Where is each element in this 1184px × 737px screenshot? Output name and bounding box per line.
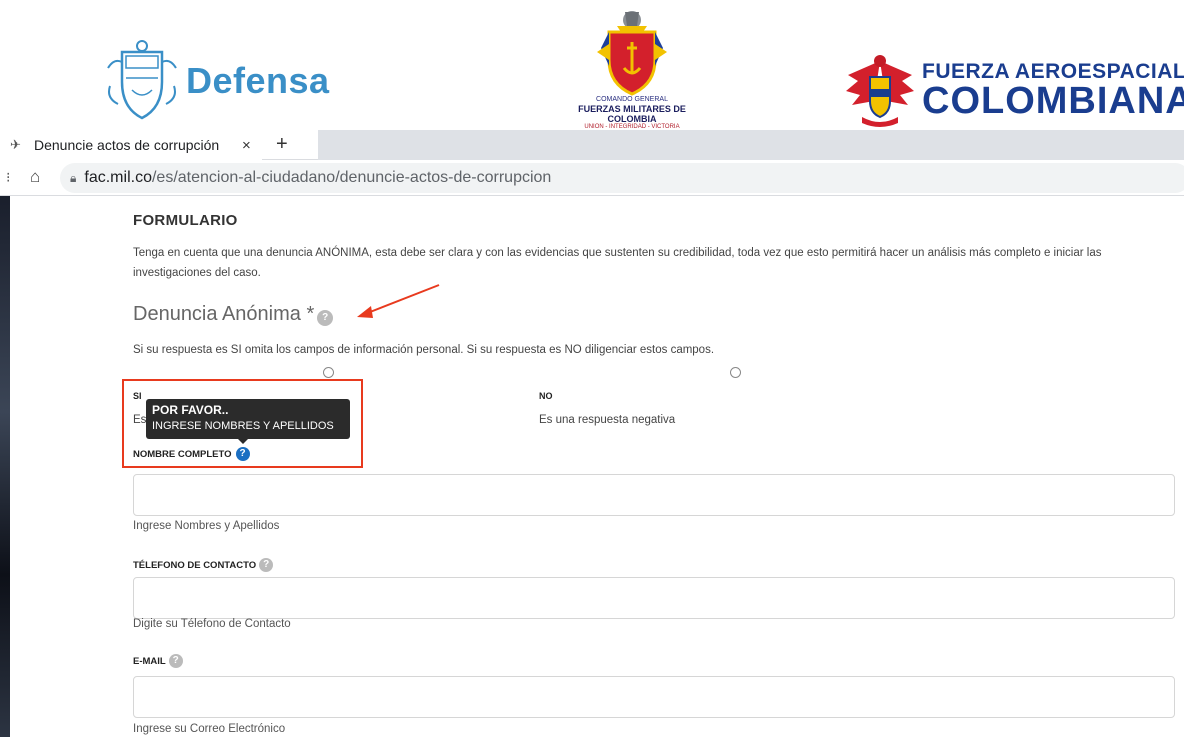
anon-note: Si su respuesta es SI omita los campos d… <box>133 344 715 356</box>
browser-toolbar: ⁝ ⌂ 🔒︎ fac.mil.co/es/atencion-al-ciudada… <box>0 160 1184 196</box>
cgfm-line1: COMANDO GENERAL <box>596 96 668 103</box>
logo-header: Defensa COMANDO GENERAL FUERZAS MILITARE… <box>0 0 1184 130</box>
site-favicon-icon: ✈ <box>10 137 21 152</box>
form-title: FORMULARIO <box>133 212 238 229</box>
email-input[interactable] <box>133 676 1175 718</box>
tab-strip-background <box>318 130 1184 160</box>
form-intro: Tenga en cuenta que una denuncia ANÓNIMA… <box>133 247 1102 279</box>
fac-line1: FUERZA AEROESPACIAL <box>922 59 1184 83</box>
option-no-label: NO <box>539 391 553 401</box>
nombre-input[interactable] <box>133 474 1175 516</box>
annotation-arrow-icon <box>357 284 440 318</box>
logo-fuerza-aeroespacial: FUERZA AEROESPACIAL COLOMBIANA <box>844 50 1184 130</box>
option-no-desc: Es una respuesta negativa <box>539 414 676 426</box>
left-decorative-strip <box>0 196 10 737</box>
email-help-icon[interactable]: ? <box>168 654 183 668</box>
browser-tab-strip: ✈ Denuncie actos de corrupción × + <box>0 130 1184 160</box>
logo-defensa: Defensa <box>104 36 330 126</box>
form-content: FORMULARIO Tenga en cuenta que una denun… <box>122 196 1178 737</box>
anon-help-icon[interactable]: ? <box>317 309 334 326</box>
nombre-hint: Ingrese Nombres y Apellidos <box>133 520 280 532</box>
menu-dots-icon[interactable]: ⁝ <box>6 169 10 186</box>
anon-heading: Denuncia Anónima * ? <box>133 303 334 326</box>
field-telefono-label-text: TÉLEFONO DE CONTACTO <box>133 559 257 571</box>
home-icon[interactable]: ⌂ <box>30 167 40 187</box>
field-nombre-label-text: NOMBRE COMPLETO <box>133 448 232 460</box>
colombia-coat-of-arms-icon <box>107 40 177 120</box>
field-email-label-text: E-MAIL <box>133 655 166 667</box>
military-crest-icon <box>597 11 667 96</box>
eagle-emblem-icon <box>846 55 914 127</box>
field-telefono-label: TÉLEFONO DE CONTACTO ? <box>133 558 274 572</box>
url-path: /es/atencion-al-ciudadano/denuncie-actos… <box>151 169 552 186</box>
anon-heading-text: Denuncia Anónima * <box>133 303 315 325</box>
logo-comando-general: COMANDO GENERAL FUERZAS MILITARES DE COL… <box>562 8 702 130</box>
radio-no[interactable] <box>730 367 741 378</box>
field-nombre-label: NOMBRE COMPLETO ? <box>133 447 250 461</box>
field-email-label: E-MAIL ? <box>133 654 183 668</box>
fac-line2: COLOMBIANA <box>922 79 1184 122</box>
nombre-help-icon[interactable]: ? <box>235 447 250 461</box>
cgfm-line2: FUERZAS MILITARES DE COLOMBIA <box>578 104 686 124</box>
email-hint: Ingrese su Correo Electrónico <box>133 723 286 735</box>
telefono-input[interactable] <box>133 577 1175 619</box>
tab-title: Denuncie actos de corrupción <box>34 137 220 153</box>
url-host: fac.mil.co <box>84 169 152 186</box>
browser-tab[interactable]: ✈ Denuncie actos de corrupción × <box>0 130 262 160</box>
new-tab-button[interactable]: + <box>276 133 288 156</box>
url-text: fac.mil.co/es/atencion-al-ciudadano/denu… <box>84 169 551 187</box>
telefono-hint: Digite su Télefono de Contacto <box>133 618 291 630</box>
close-tab-icon[interactable]: × <box>242 137 251 154</box>
radio-si[interactable] <box>323 367 334 378</box>
address-bar[interactable]: 🔒︎ fac.mil.co/es/atencion-al-ciudadano/d… <box>60 163 1184 193</box>
telefono-help-icon[interactable]: ? <box>259 558 274 572</box>
logo-defensa-word: Defensa <box>186 60 330 101</box>
lock-icon[interactable]: 🔒︎ <box>70 171 76 186</box>
